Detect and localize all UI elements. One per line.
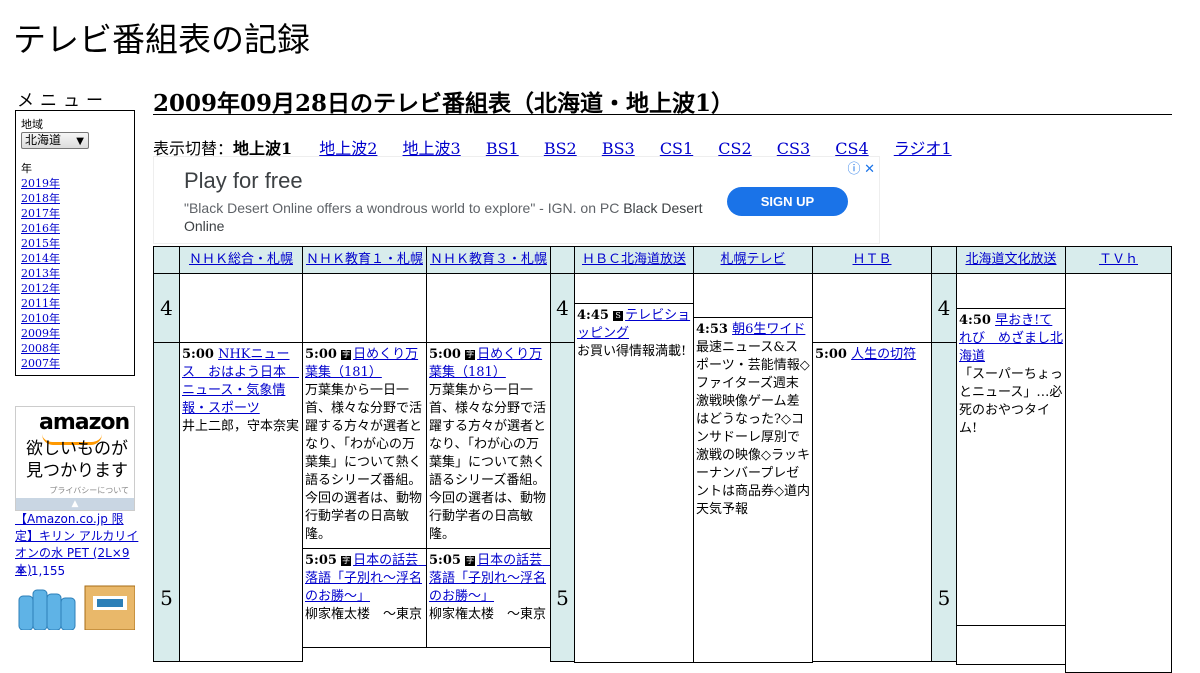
menu-label: メニュー (17, 91, 109, 111)
year-caption: 年 (21, 162, 32, 175)
program-cell: 5:00 NHKニュース おはよう日本 ニュース・気象情報・スポーツ 井上二郎，… (179, 342, 303, 662)
channel-header[interactable]: ＮＨＫ総合・札幌 (179, 246, 303, 274)
program-title-link[interactable]: 朝6生ワイド (732, 322, 805, 337)
program-cell: 4:50 早おき!てれび めざまし北海道 「スーパーちょっとニュース」…必死のお… (956, 308, 1066, 626)
program-time: 5:00 (182, 347, 214, 362)
program-desc: 万葉集から一日一首、様々な分野で活躍する方々が選者となり、「わが心の万葉集」につ… (429, 383, 547, 542)
expand-up-icon[interactable]: ▲ (16, 498, 134, 510)
program-desc: 万葉集から一日一首、様々な分野で活躍する方々が選者となり、「わが心の万葉集」につ… (305, 383, 423, 542)
program-time: 5:05 (305, 553, 337, 568)
page-heading: 2009年09月28日のテレビ番組表（北海道・地上波1） (153, 84, 1172, 117)
ad-signup-button[interactable]: SIGN UP (727, 187, 848, 216)
year-link[interactable]: 2016年 (21, 222, 60, 235)
empty-slot (956, 625, 1066, 665)
caption-icon: 字 (465, 350, 476, 360)
region-select[interactable]: 北海道 ▼ (21, 132, 89, 149)
product-image[interactable] (15, 582, 135, 630)
program-time: 5:00 (305, 347, 337, 362)
hour-label: 5 (931, 342, 957, 662)
caption-icon: 字 (341, 350, 352, 360)
program-title-link[interactable]: 人生の切符 (851, 347, 916, 362)
ad-description: "Black Desert Online offers a wondrous w… (184, 200, 703, 234)
amazon-logo: amazon (39, 410, 130, 435)
program-cell: 5:05 字日本の話芸 落語「子別れ～浮名のお勝～」 柳家権太楼 ～東京 (302, 548, 427, 648)
switch-link[interactable]: ラジオ1 (894, 139, 952, 158)
program-desc: 井上二郎，守本奈実 (182, 419, 300, 434)
year-link[interactable]: 2011年 (21, 297, 60, 310)
chevron-down-icon: ▼ (76, 136, 84, 147)
amazon-ad-message: 欲しいものが 見つかります (26, 439, 128, 481)
year-link[interactable]: 2008年 (21, 342, 60, 355)
program-time: 4:53 (696, 322, 728, 337)
channel-header[interactable]: ＨＢＣ北海道放送 (574, 246, 694, 274)
ad-headline: Play for free (184, 168, 303, 193)
amazon-ad[interactable]: amazon 欲しいものが 見つかります プライバシーについて ▲ (15, 406, 135, 511)
program-cell: 5:00 人生の切符 (812, 342, 932, 662)
year-link[interactable]: 2007年 (21, 357, 60, 370)
year-link[interactable]: 2015年 (21, 237, 60, 250)
year-link[interactable]: 2019年 (21, 177, 60, 190)
shopping-icon: S (613, 311, 624, 321)
region-select-value: 北海道 (25, 133, 62, 147)
empty-slot (302, 273, 427, 343)
caption-icon: 字 (341, 556, 352, 566)
program-time: 5:00 (429, 347, 461, 362)
header-blank (550, 246, 575, 274)
hour-label: 4 (931, 273, 957, 343)
program-cell: 5:00 字日めくり万葉集（181） 万葉集から一日一首、様々な分野で活躍する方… (426, 342, 551, 549)
hour-label: 5 (153, 342, 180, 662)
year-link[interactable]: 2010年 (21, 312, 60, 325)
program-time: 4:50 (959, 313, 991, 328)
program-cell: 4:45 S テレビショッピング お買い得情報満載! (574, 303, 694, 663)
year-link[interactable]: 2014年 (21, 252, 60, 265)
hour-label: 4 (153, 273, 180, 343)
empty-slot (179, 273, 303, 343)
product-price: ￥ 1,155 (15, 564, 66, 578)
program-desc: 最速ニュース&スポーツ・芸能情報◇ファイターズ週末激戦映像ゲーム差はどうなった?… (696, 340, 810, 517)
channel-header[interactable]: 北海道文化放送 (956, 246, 1066, 274)
program-desc: 柳家権太楼 ～東京 (305, 607, 423, 622)
empty-slot (1065, 273, 1172, 673)
program-cell: 5:05 字日本の話芸 落語「子別れ～浮名のお勝～」 柳家権太楼 ～東京 (426, 548, 551, 648)
site-title: テレビ番組表の記録 (13, 20, 310, 59)
program-desc: 「スーパーちょっとニュース」…必死のおやつタイム! (959, 367, 1063, 436)
year-list: 2019年 2018年 2017年 2016年 2015年 2014年 2013… (21, 176, 60, 371)
channel-header[interactable]: 札幌テレビ (693, 246, 813, 274)
header-blank (931, 246, 957, 274)
ad-info-close-icon[interactable]: ⓘ ✕ (847, 158, 875, 177)
privacy-link[interactable]: プライバシーについて (49, 485, 129, 496)
empty-slot (426, 273, 551, 343)
empty-slot (693, 273, 813, 318)
channel-header[interactable]: ＮＨＫ教育１・札幌 (302, 246, 427, 274)
program-time: 5:00 (815, 347, 847, 362)
empty-slot (574, 273, 694, 304)
year-link[interactable]: 2012年 (21, 282, 60, 295)
channel-header[interactable]: ＮＨＫ教育３・札幌 (426, 246, 551, 274)
empty-slot (956, 273, 1066, 309)
year-link[interactable]: 2017年 (21, 207, 60, 220)
empty-slot (812, 273, 932, 343)
channel-header[interactable]: ＨＴＢ (812, 246, 932, 274)
header-blank (153, 246, 180, 274)
year-link[interactable]: 2018年 (21, 192, 60, 205)
program-cell: 5:00 字日めくり万葉集（181） 万葉集から一日一首、様々な分野で活躍する方… (302, 342, 427, 549)
year-link[interactable]: 2009年 (21, 327, 60, 340)
program-time: 4:45 (577, 308, 609, 323)
year-link[interactable]: 2013年 (21, 267, 60, 280)
program-time: 5:05 (429, 553, 461, 568)
region-caption: 地域 (21, 118, 43, 131)
program-desc: お買い得情報満載! (577, 344, 687, 359)
channel-header[interactable]: ＴＶｈ (1065, 246, 1172, 274)
display-ad[interactable]: Play for free "Black Desert Online offer… (153, 156, 880, 244)
hour-label: 5 (550, 342, 575, 662)
program-desc: 柳家権太楼 ～東京 (429, 607, 547, 622)
menu-box: 地域 北海道 ▼ 年 2019年 2018年 2017年 2016年 2015年… (15, 110, 135, 376)
program-cell: 4:53 朝6生ワイド 最速ニュース&スポーツ・芸能情報◇ファイターズ週末激戦映… (693, 317, 813, 663)
caption-icon: 字 (465, 556, 476, 566)
hour-label: 4 (550, 273, 575, 343)
